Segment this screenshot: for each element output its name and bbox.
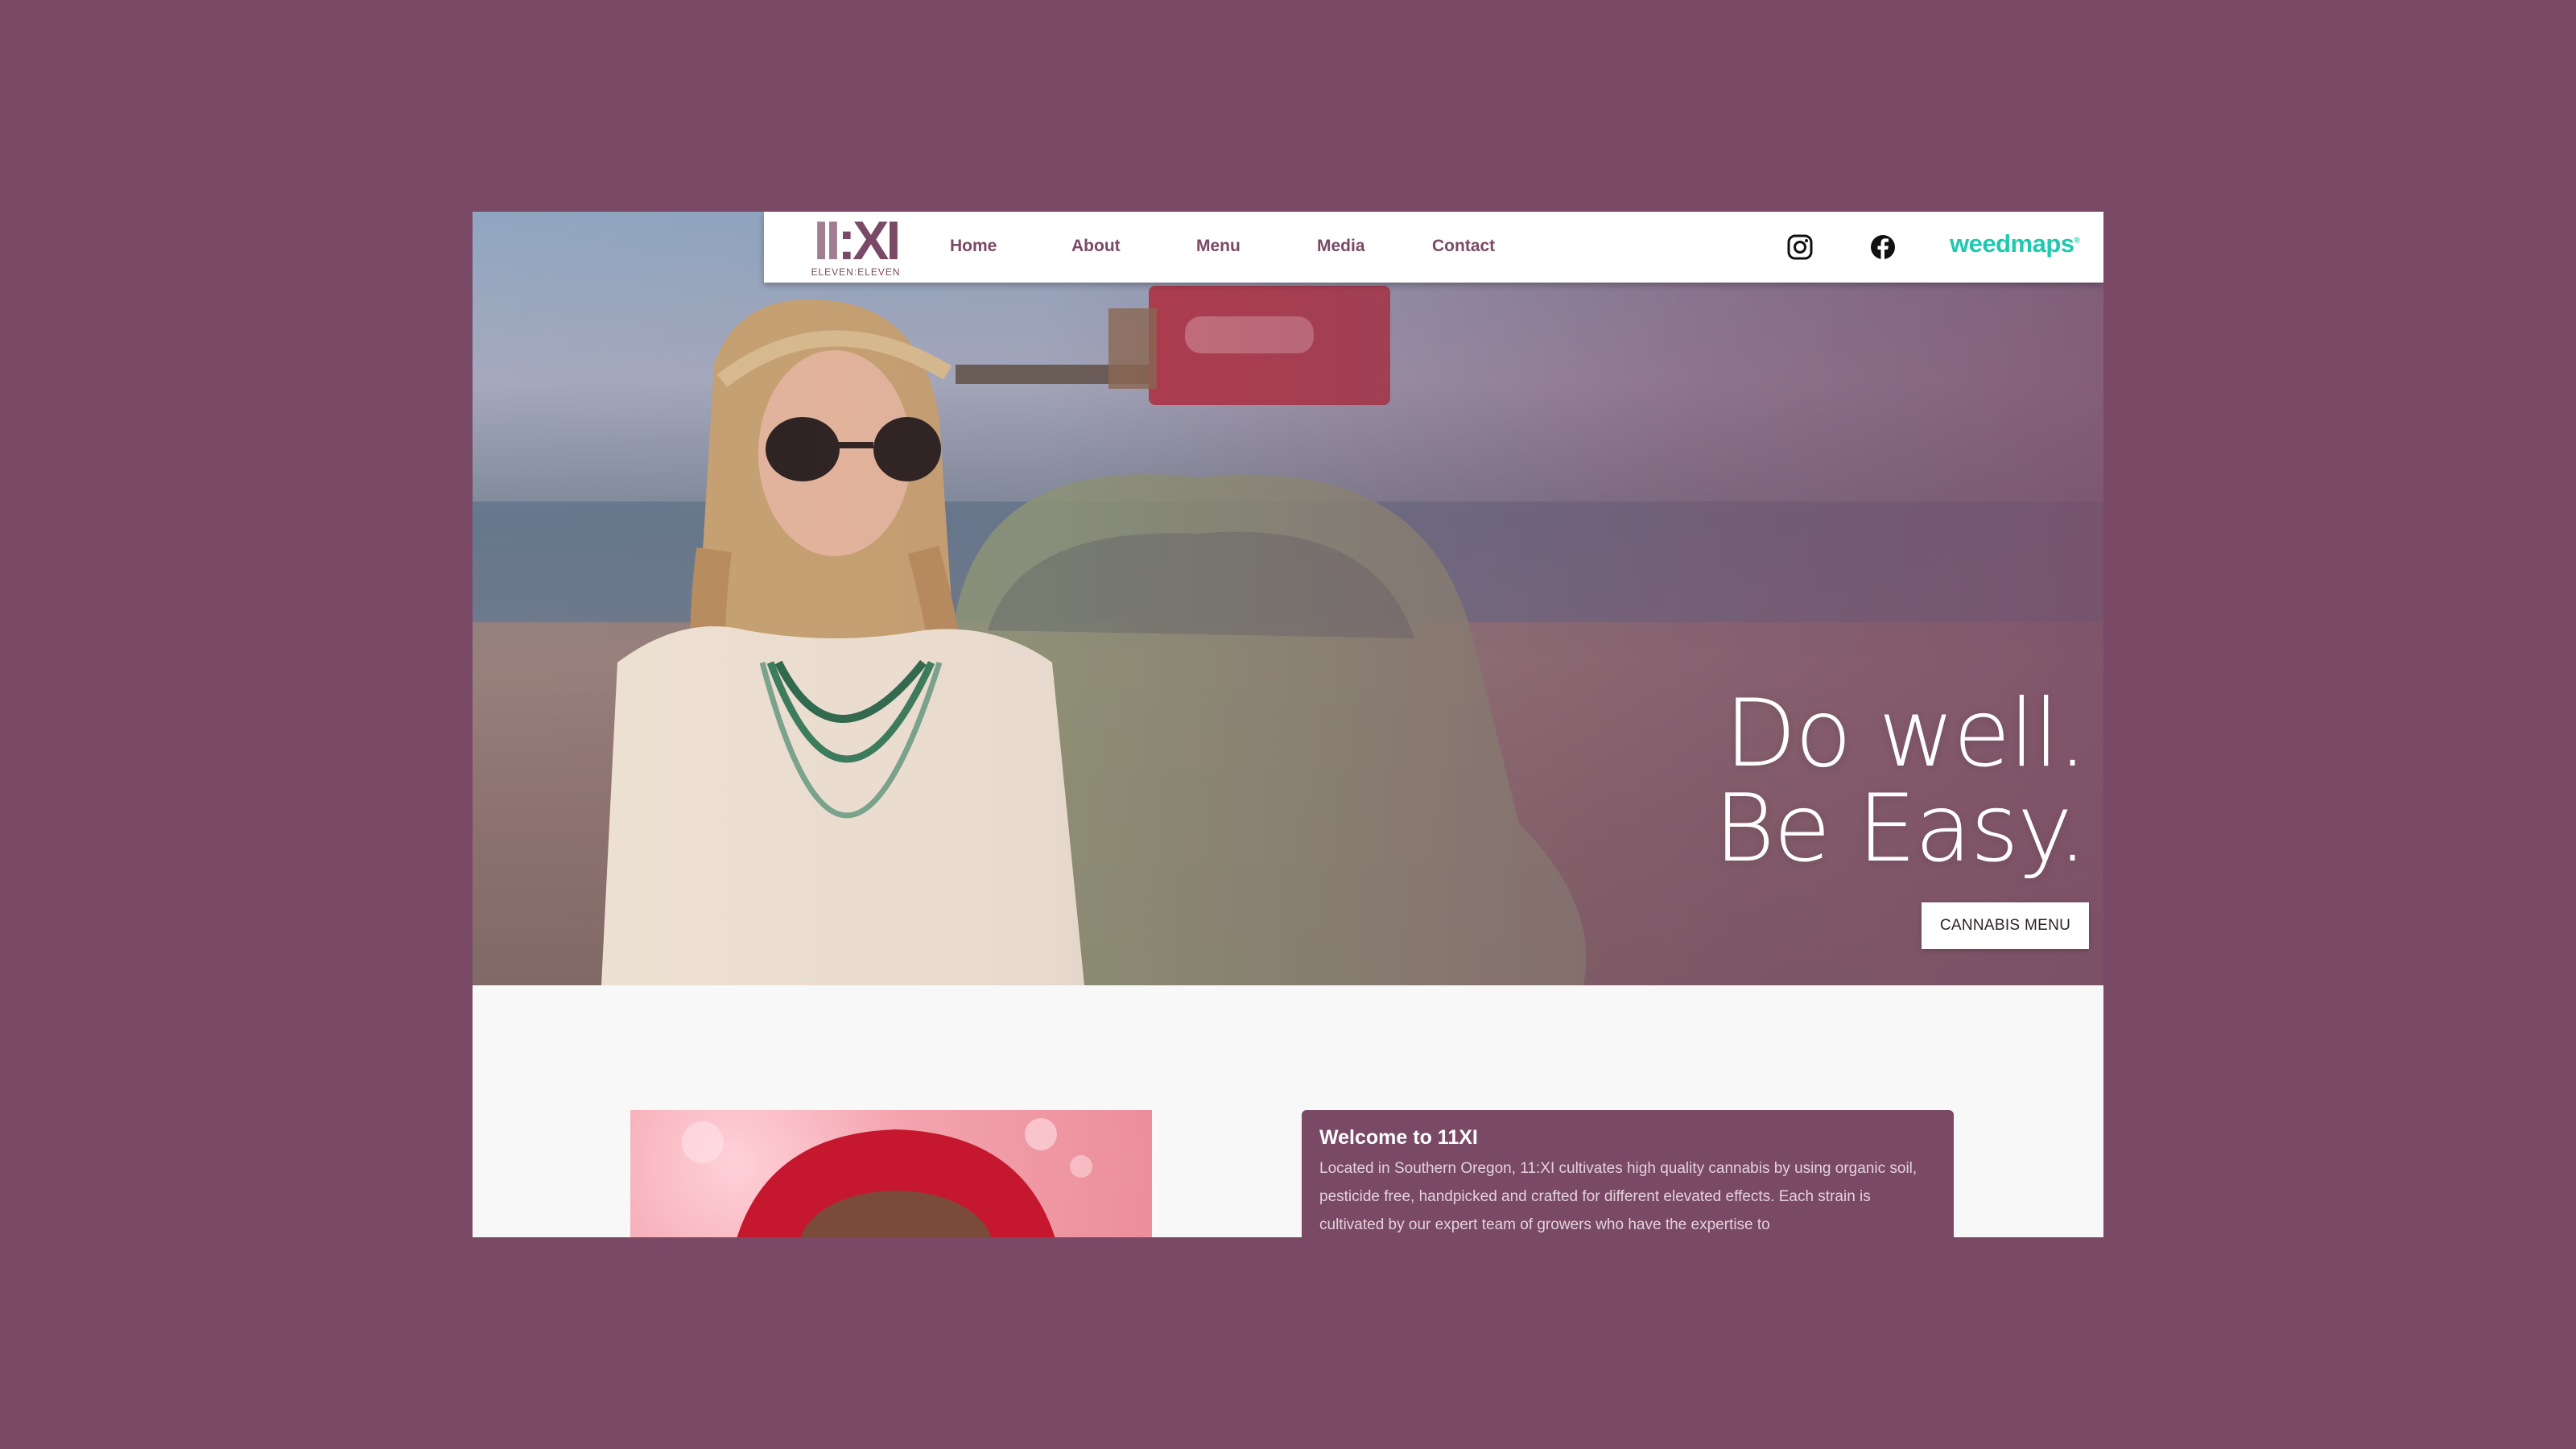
site-logo[interactable]: II:XI ELEVEN:ELEVEN bbox=[806, 213, 906, 278]
welcome-body: Located in Southern Oregon, 11:XI cultiv… bbox=[1319, 1160, 1918, 1233]
instagram-icon[interactable] bbox=[1786, 233, 1814, 261]
weedmaps-link[interactable]: weedmaps® bbox=[1950, 229, 2080, 258]
hero-headline-line2: Be Easy. bbox=[1714, 774, 2087, 883]
weedmaps-label: weedmaps bbox=[1950, 229, 2074, 258]
logo-mark-colon: : bbox=[837, 212, 856, 271]
welcome-card: Welcome to 11XI Located in Southern Oreg… bbox=[1302, 1110, 1954, 1237]
welcome-title: Welcome to 11XI bbox=[1319, 1126, 1478, 1149]
about-photo bbox=[630, 1110, 1152, 1237]
hero-headline: Do well. Be Easy. bbox=[1714, 679, 2087, 883]
nav-link-about[interactable]: About bbox=[1071, 236, 1121, 257]
logo-mark-right: XI bbox=[852, 212, 901, 271]
nav-link-home[interactable]: Home bbox=[950, 236, 997, 257]
nav-link-contact[interactable]: Contact bbox=[1432, 236, 1495, 257]
facebook-icon[interactable] bbox=[1869, 233, 1897, 261]
cannabis-menu-button[interactable]: CANNABIS MENU bbox=[1922, 902, 2089, 949]
nav-link-media[interactable]: Media bbox=[1317, 236, 1365, 257]
nav-link-menu[interactable]: Menu bbox=[1196, 236, 1241, 257]
hero-section: Do well. Be Easy. CANNABIS MENU bbox=[473, 212, 2103, 985]
hero-headline-line1: Do well. bbox=[1724, 679, 2087, 788]
logo-mark: II:XI bbox=[806, 213, 906, 268]
logo-mark-left: II bbox=[813, 212, 841, 271]
logo-subtext: ELEVEN:ELEVEN bbox=[811, 266, 901, 278]
top-navbar: II:XI ELEVEN:ELEVEN Home About Menu Medi… bbox=[764, 212, 2103, 283]
browser-viewport: Do well. Be Easy. CANNABIS MENU II:XI EL… bbox=[473, 212, 2103, 1237]
about-photo-art bbox=[682, 1118, 1092, 1237]
